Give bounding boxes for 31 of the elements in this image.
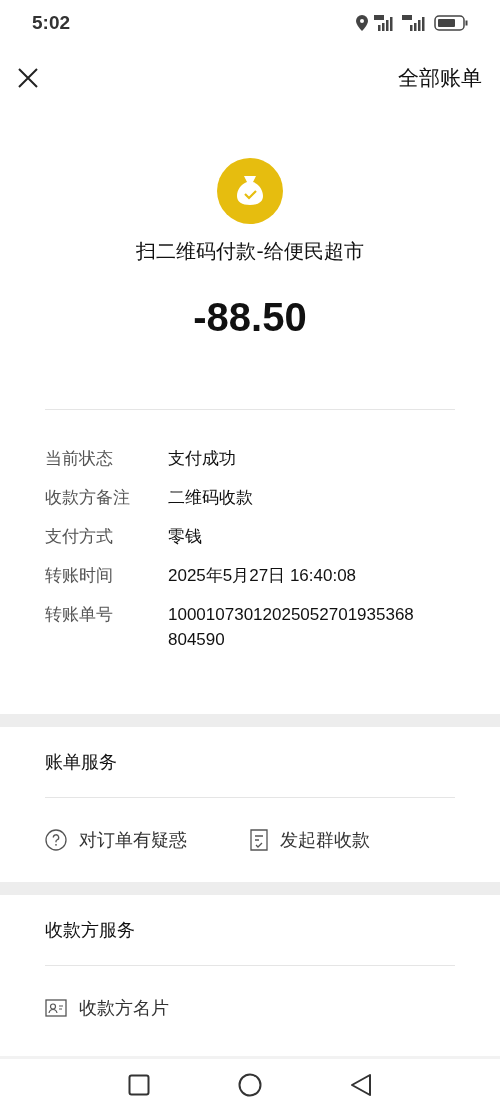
home-button[interactable] [238,1073,262,1097]
signal-icon [374,14,396,31]
all-bills-button[interactable]: 全部账单 [398,63,482,92]
section-title: 收款方服务 [45,895,455,966]
detail-label: 收款方备注 [45,486,131,509]
receipt-icon [250,829,268,851]
money-bag-icon [217,158,283,224]
detail-label: 当前状态 [45,447,114,470]
battery-icon [434,14,468,31]
service-button[interactable]: 对订单有疑惑 [45,828,250,852]
recent-apps-button[interactable] [128,1074,150,1096]
detail-label: 支付方式 [45,525,114,548]
payment-title: 扫二维码付款-给便民超市 [136,238,364,265]
detail-value: 10001073012025052701935368804590 [168,604,415,651]
section-title: 账单服务 [45,727,455,798]
service-button[interactable]: 发起群收款 [250,828,455,852]
detail-value: 二维码收款 [168,487,253,509]
contact-card-icon [45,999,67,1017]
close-button[interactable] [16,65,40,90]
help-icon [45,829,67,851]
back-button[interactable] [350,1073,372,1097]
detail-value: 零钱 [168,526,202,548]
signal-icon [402,14,428,31]
detail-value: 支付成功 [168,448,236,470]
detail-value: 2025年5月27日 16:40:08 [168,565,357,587]
payment-amount: -88.50 [193,295,307,340]
location-icon [356,14,368,31]
detail-label: 转账时间 [45,564,114,587]
detail-label: 转账单号 [45,603,114,626]
clock-time: 5:02 [32,11,71,34]
service-button[interactable]: 收款方名片 [45,996,267,1020]
